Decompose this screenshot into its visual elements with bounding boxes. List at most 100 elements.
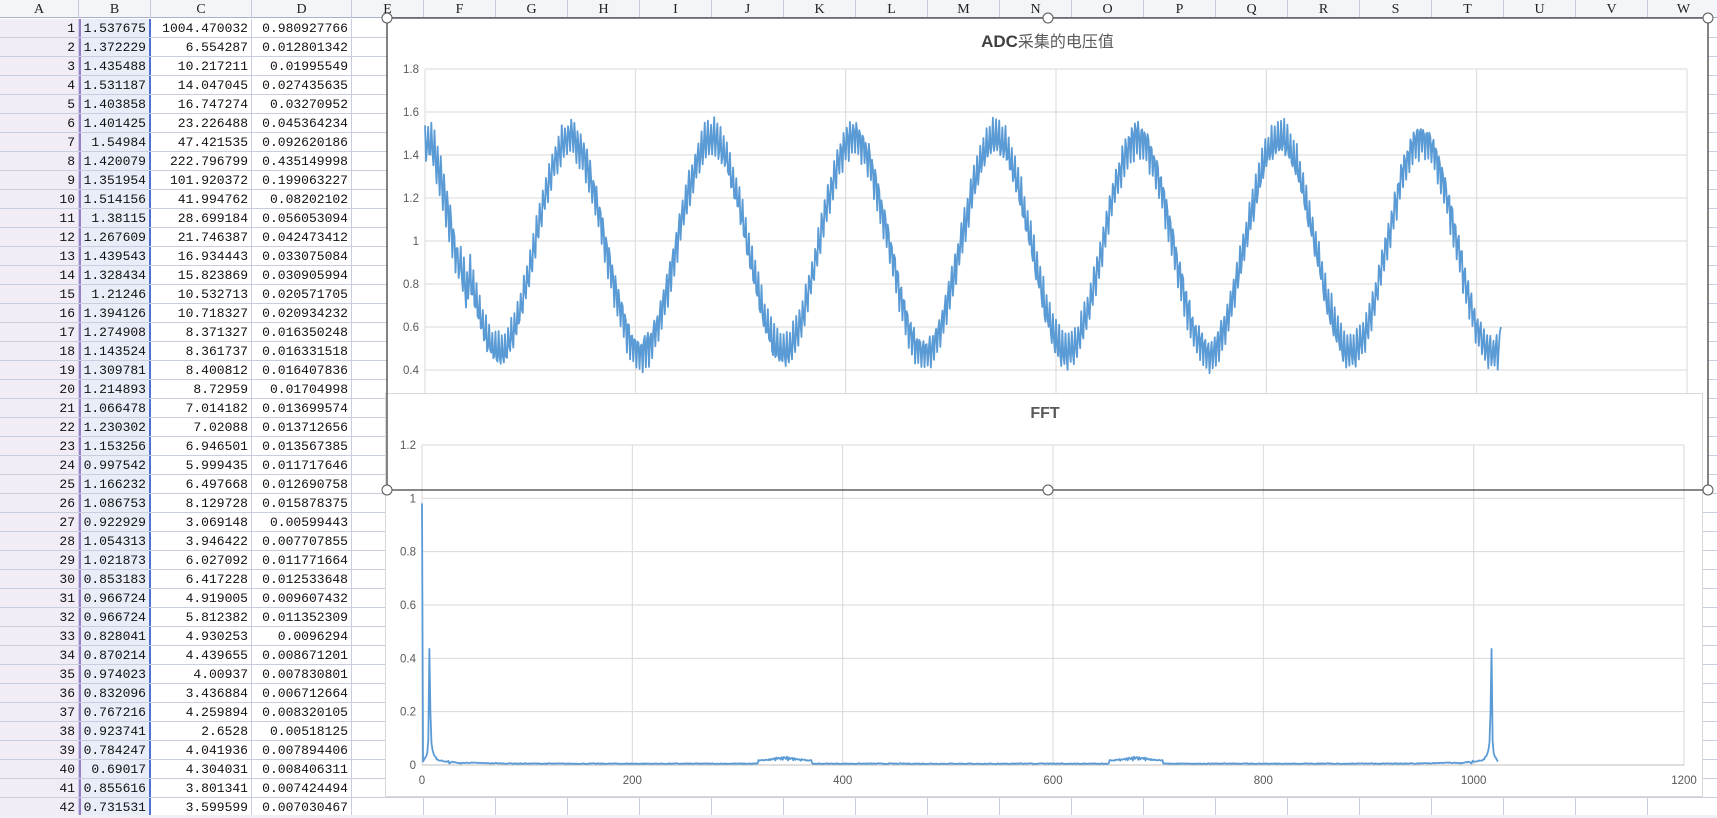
row-number[interactable]: 28 (0, 532, 79, 550)
row-number[interactable]: 38 (0, 722, 79, 740)
cell-d[interactable]: 0.199063227 (252, 171, 352, 189)
cell-b[interactable]: 1.372229 (79, 38, 151, 56)
cell-d[interactable]: 0.980927766 (252, 19, 352, 37)
cell-c[interactable]: 15.823869 (151, 266, 252, 284)
cell-d[interactable]: 0.030905994 (252, 266, 352, 284)
cell-b[interactable]: 1.143524 (79, 342, 151, 360)
cell-b[interactable]: 1.351954 (79, 171, 151, 189)
cell-c[interactable]: 7.014182 (151, 399, 252, 417)
cell-d[interactable]: 0.016407836 (252, 361, 352, 379)
cell-d[interactable]: 0.008320105 (252, 703, 352, 721)
cell-b[interactable]: 1.531187 (79, 76, 151, 94)
cell-b[interactable]: 1.403858 (79, 95, 151, 113)
cell-c[interactable]: 8.361737 (151, 342, 252, 360)
cell-b[interactable]: 0.784247 (79, 741, 151, 759)
column-header-V[interactable]: V (1576, 0, 1648, 18)
row-number[interactable]: 33 (0, 627, 79, 645)
cell-b[interactable]: 1.439543 (79, 247, 151, 265)
cell-c[interactable]: 16.934443 (151, 247, 252, 265)
cell-d[interactable]: 0.045364234 (252, 114, 352, 132)
cell-d[interactable]: 0.020934232 (252, 304, 352, 322)
cell-b[interactable]: 0.853183 (79, 570, 151, 588)
column-header-N[interactable]: N (1000, 0, 1072, 18)
cell-c[interactable]: 5.999435 (151, 456, 252, 474)
cell-d[interactable]: 0.016331518 (252, 342, 352, 360)
column-header-P[interactable]: P (1144, 0, 1216, 18)
cell-d[interactable]: 0.435149998 (252, 152, 352, 170)
cell-b[interactable]: 0.923741 (79, 722, 151, 740)
row-number[interactable]: 24 (0, 456, 79, 474)
cell-b[interactable]: 1.420079 (79, 152, 151, 170)
row-number[interactable]: 1 (0, 19, 79, 37)
cell-d[interactable]: 0.08202102 (252, 190, 352, 208)
cell-c[interactable]: 6.946501 (151, 437, 252, 455)
column-header-C[interactable]: C (151, 0, 252, 18)
cell-c[interactable]: 5.812382 (151, 608, 252, 626)
cell-b[interactable]: 0.966724 (79, 608, 151, 626)
cell-d[interactable]: 0.007707855 (252, 532, 352, 550)
cell-c[interactable]: 10.217211 (151, 57, 252, 75)
cell-b[interactable]: 0.69017 (79, 760, 151, 778)
fft-chart[interactable]: FFT 1.2 1 0.8 0.6 0.4 0.2 0 0 200 400 600 800 1000 12… (385, 393, 1703, 797)
cell-b[interactable]: 1.394126 (79, 304, 151, 322)
row-number[interactable]: 35 (0, 665, 79, 683)
cell-c[interactable]: 3.436884 (151, 684, 252, 702)
cell-c[interactable]: 4.041936 (151, 741, 252, 759)
row-number[interactable]: 41 (0, 779, 79, 797)
row-number[interactable]: 42 (0, 798, 79, 816)
cell-b[interactable]: 1.514156 (79, 190, 151, 208)
row-number[interactable]: 15 (0, 285, 79, 303)
column-header-F[interactable]: F (424, 0, 496, 18)
column-header-J[interactable]: J (712, 0, 784, 18)
cell-b[interactable]: 1.153256 (79, 437, 151, 455)
cell-b[interactable]: 0.997542 (79, 456, 151, 474)
row-number[interactable]: 36 (0, 684, 79, 702)
cell-d[interactable]: 0.056053094 (252, 209, 352, 227)
cell-c[interactable]: 8.400812 (151, 361, 252, 379)
column-header-H[interactable]: H (568, 0, 640, 18)
row-number[interactable]: 11 (0, 209, 79, 227)
column-header-E[interactable]: E (352, 0, 424, 18)
cell-c[interactable]: 2.6528 (151, 722, 252, 740)
row-number[interactable]: 31 (0, 589, 79, 607)
cell-c[interactable]: 10.532713 (151, 285, 252, 303)
row-number[interactable]: 5 (0, 95, 79, 113)
column-header-A[interactable]: A (0, 0, 79, 18)
cell-b[interactable]: 1.086753 (79, 494, 151, 512)
column-header-I[interactable]: I (640, 0, 712, 18)
row-number[interactable]: 23 (0, 437, 79, 455)
cell-d[interactable]: 0.011771664 (252, 551, 352, 569)
cell-c[interactable]: 6.417228 (151, 570, 252, 588)
cell-c[interactable]: 4.304031 (151, 760, 252, 778)
cell-c[interactable]: 10.718327 (151, 304, 252, 322)
cell-d[interactable]: 0.012533648 (252, 570, 352, 588)
cell-d[interactable]: 0.006712664 (252, 684, 352, 702)
row-number[interactable]: 2 (0, 38, 79, 56)
cell-c[interactable]: 41.994762 (151, 190, 252, 208)
cell-c[interactable]: 16.747274 (151, 95, 252, 113)
row-number[interactable]: 3 (0, 57, 79, 75)
cell-c[interactable]: 7.02088 (151, 418, 252, 436)
cell-c[interactable]: 3.946422 (151, 532, 252, 550)
cell-d[interactable]: 0.00599443 (252, 513, 352, 531)
cell-d[interactable]: 0.012801342 (252, 38, 352, 56)
column-header-B[interactable]: B (79, 0, 151, 18)
cell-b[interactable]: 1.21246 (79, 285, 151, 303)
cell-d[interactable]: 0.007830801 (252, 665, 352, 683)
cell-b[interactable]: 0.731531 (79, 798, 151, 816)
cell-b[interactable]: 0.828041 (79, 627, 151, 645)
row-number[interactable]: 30 (0, 570, 79, 588)
row-number[interactable]: 26 (0, 494, 79, 512)
cell-d[interactable]: 0.016350248 (252, 323, 352, 341)
cell-c[interactable]: 28.699184 (151, 209, 252, 227)
cell-b[interactable]: 0.767216 (79, 703, 151, 721)
cell-d[interactable]: 0.008406311 (252, 760, 352, 778)
cell-b[interactable]: 1.54984 (79, 133, 151, 151)
cell-b[interactable]: 1.309781 (79, 361, 151, 379)
cell-c[interactable]: 222.796799 (151, 152, 252, 170)
row-number[interactable]: 10 (0, 190, 79, 208)
cell-b[interactable]: 0.832096 (79, 684, 151, 702)
cell-d[interactable]: 0.009607432 (252, 589, 352, 607)
cell-b[interactable]: 1.054313 (79, 532, 151, 550)
column-header-W[interactable]: W (1648, 0, 1717, 18)
